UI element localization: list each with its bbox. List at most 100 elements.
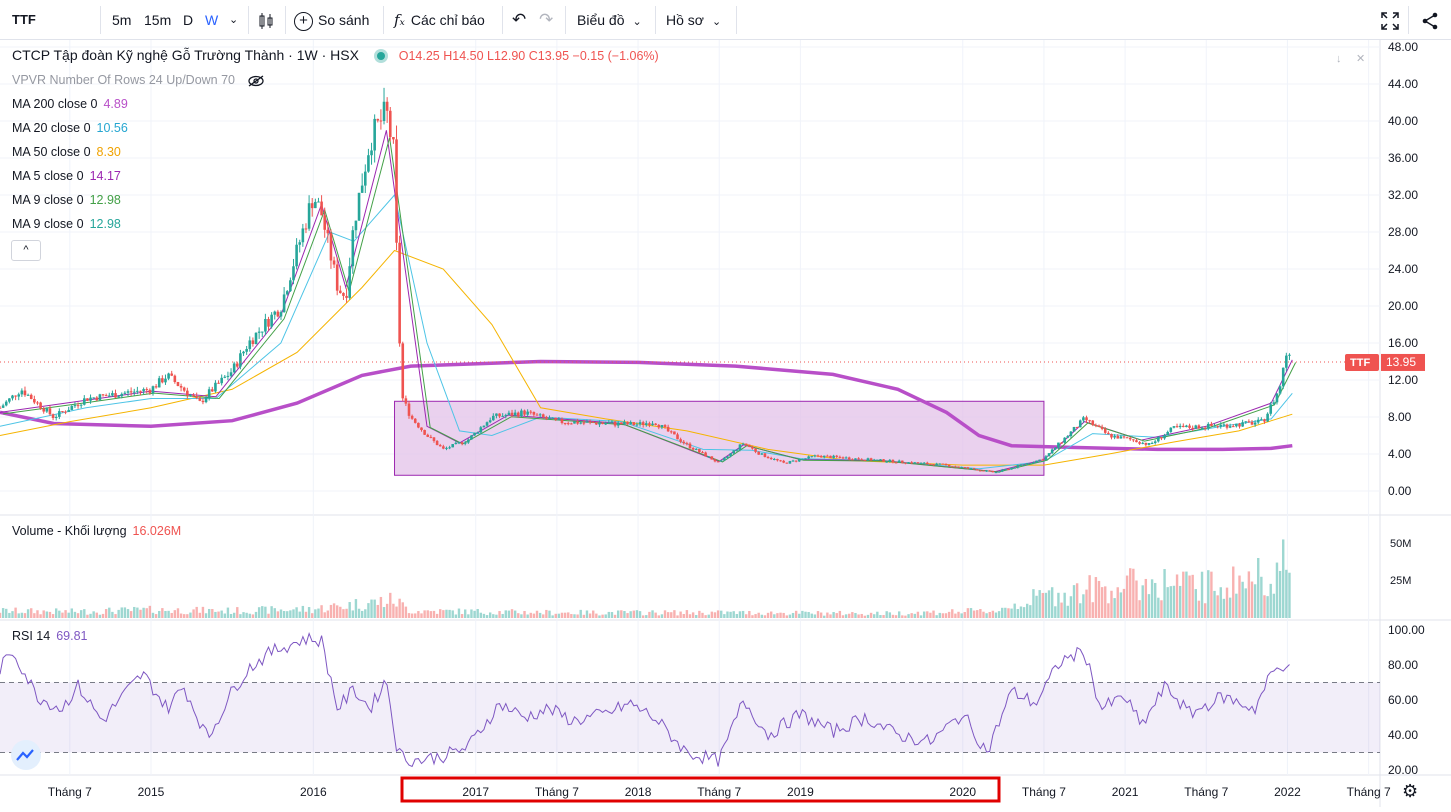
candle-body [507,412,511,415]
volume-bar [364,609,367,618]
chart-type-button[interactable]: Biểu đồ ⌄ [577,0,642,40]
candle-body [111,393,114,396]
ma-legend-0[interactable]: MA 200 close 0 4.89 [12,97,128,111]
ma-label: MA 20 close 0 [12,121,91,135]
candle-body [545,417,548,419]
candle-body [1175,426,1179,428]
volume-bar [289,610,292,618]
chevron-down-icon[interactable]: ⌄ [229,0,238,40]
volume-bar [1244,588,1247,618]
candle-body [713,459,717,462]
candle-body [872,459,876,461]
rsi-legend[interactable]: RSI 14 69.81 [12,629,88,643]
collapse-legend-button[interactable]: ^ [11,240,41,261]
volume-bar [133,606,136,618]
candle-body [95,397,99,401]
chart-area[interactable]: 48.00 44.00 40.00 36.00 32.00 28.00 24.00 20.00… [0,40,1451,807]
volume-bar [813,614,817,618]
volume-bar [713,612,717,618]
candle-body [473,432,476,436]
candle-body [932,464,935,466]
volume-bar [570,614,573,618]
volume-bar [520,614,523,618]
candle-body [426,434,430,437]
volume-bar [1182,571,1185,618]
profile-button[interactable]: Hồ sơ ⌄ [666,0,721,40]
volume-bar [442,610,445,618]
price-chart-svg[interactable]: 48.00 44.00 40.00 36.00 32.00 28.00 24.00 20.00… [0,40,1451,807]
volume-bar [791,612,795,618]
interval-5m[interactable]: 5m [112,0,131,40]
symbol-search[interactable]: TTF [12,0,36,40]
volume-bar [95,612,98,618]
hidden-eye-icon[interactable] [247,73,265,87]
volume-bar [164,610,167,618]
volume-legend[interactable]: Volume - Khối lượng 16.026M [12,524,181,538]
volume-bar [1060,602,1063,618]
candle-body [348,266,351,298]
volume-bar [935,615,938,618]
volume-bar [851,612,854,618]
volume-bar [548,610,551,618]
vpvr-legend[interactable]: VPVR Number Of Rows 24 Up/Down 70 [12,73,265,87]
candle-body [551,417,554,419]
toolbar-divider [502,6,503,34]
volume-bar [567,612,570,618]
interval-w[interactable]: W [205,0,218,40]
fullscreen-icon[interactable] [1381,0,1399,40]
volume-bar [1138,600,1141,618]
volume-bar [573,614,576,618]
candle-body [357,192,361,221]
volume-bar [1147,594,1151,618]
candles-icon[interactable] [256,0,276,40]
ma-legend-5[interactable]: MA 9 close 0 12.98 [12,217,121,231]
redo-icon[interactable]: ↷ [539,0,553,40]
volume-bar [326,610,330,618]
candle-body [751,446,754,449]
price-tick-label: 0.00 [1388,484,1412,498]
volume-bar [304,611,308,618]
candle-body [1288,354,1291,356]
undo-icon[interactable]: ↶ [512,0,526,40]
volume-bar [1125,575,1129,618]
candle-body [329,233,333,261]
candle-body [570,423,573,425]
candle-body [623,421,626,425]
candle-body [651,423,654,426]
volume-bar [941,613,945,618]
ma-legend-1[interactable]: MA 20 close 0 10.56 [12,121,128,135]
compare-button[interactable]: + So sánh [294,0,369,40]
settings-gear-icon[interactable]: ⚙ [1402,781,1418,802]
ma-legend-3[interactable]: MA 5 close 0 14.17 [12,169,121,183]
candle-body [929,464,932,466]
candle-body [1213,425,1216,427]
volume-bar [223,613,226,618]
candle-body [279,312,283,317]
volume-bar [982,611,985,618]
candle-body [239,353,242,367]
candle-body [1097,425,1101,427]
volume-bar [329,604,333,618]
candle-body [832,455,835,458]
ma-legend-4[interactable]: MA 9 close 0 12.98 [12,193,121,207]
interval-d[interactable]: D [183,0,193,40]
candle-body [879,459,882,461]
ma-label: MA 50 close 0 [12,145,91,159]
ma-legend-2[interactable]: MA 50 close 0 8.30 [12,145,121,159]
volume-bar [89,613,92,618]
share-icon[interactable] [1421,0,1439,40]
volume-bar [198,612,202,618]
interval-15m[interactable]: 15m [144,0,171,40]
volume-bar [873,614,876,618]
tradingview-logo[interactable] [11,740,41,770]
candle-body [410,415,414,419]
candle-body [223,376,227,378]
indicators-button[interactable]: fₓ Các chỉ báo [394,0,485,40]
ohlc-high: H14.50 [443,49,484,63]
candle-body [1125,437,1129,439]
candle-body [1,405,5,408]
candle-body [979,470,982,472]
volume-bar [51,614,55,618]
volume-bar [720,610,723,618]
volume-bar [1175,574,1179,618]
